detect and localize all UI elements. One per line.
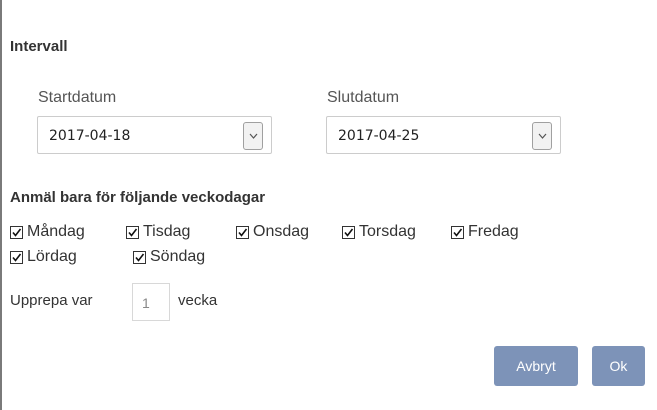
- start-date-select[interactable]: 2017-04-18: [37, 116, 272, 154]
- weekday-tuesday[interactable]: Tisdag: [126, 223, 190, 241]
- checkbox-tuesday[interactable]: [126, 225, 139, 239]
- end-date-select[interactable]: 2017-04-25: [326, 116, 561, 154]
- weekday-sunday[interactable]: Söndag: [133, 248, 205, 266]
- checkbox-thursday[interactable]: [342, 225, 355, 239]
- end-date-label: Slutdatum: [327, 89, 400, 106]
- weekday-label: Tisdag: [143, 223, 191, 240]
- cancel-button[interactable]: Avbryt: [494, 346, 578, 386]
- weekday-monday[interactable]: Måndag: [10, 223, 85, 241]
- end-date-value: 2017-04-25: [338, 128, 420, 144]
- weekday-label: Fredag: [468, 223, 519, 240]
- weekday-label: Torsdag: [359, 223, 416, 240]
- checkbox-monday[interactable]: [10, 225, 23, 239]
- chevron-down-icon[interactable]: [243, 122, 263, 150]
- weekday-label: Söndag: [150, 248, 206, 265]
- weekday-label: Lördag: [27, 248, 77, 265]
- interval-title: Intervall: [10, 38, 68, 55]
- weekday-label: Onsdag: [253, 223, 310, 240]
- chevron-down-icon[interactable]: [532, 122, 552, 150]
- weekday-saturday[interactable]: Lördag: [10, 248, 77, 266]
- weekday-friday[interactable]: Fredag: [451, 223, 519, 241]
- repeat-interval-input[interactable]: 1: [132, 283, 170, 321]
- ok-button[interactable]: Ok: [592, 346, 645, 386]
- checkbox-saturday[interactable]: [10, 250, 23, 264]
- start-date-label: Startdatum: [38, 89, 117, 106]
- repeat-unit-label: vecka: [178, 292, 218, 309]
- weekday-thursday[interactable]: Torsdag: [342, 223, 416, 241]
- weekdays-title: Anmäl bara för följande veckodagar: [10, 189, 266, 206]
- weekday-label: Måndag: [27, 223, 85, 240]
- checkbox-wednesday[interactable]: [236, 225, 249, 239]
- dialog-left-edge: [0, 0, 2, 410]
- weekday-wednesday[interactable]: Onsdag: [236, 223, 309, 241]
- checkbox-sunday[interactable]: [133, 250, 146, 264]
- start-date-value: 2017-04-18: [49, 128, 131, 144]
- repeat-prefix-label: Upprepa var: [10, 292, 93, 309]
- checkbox-friday[interactable]: [451, 225, 464, 239]
